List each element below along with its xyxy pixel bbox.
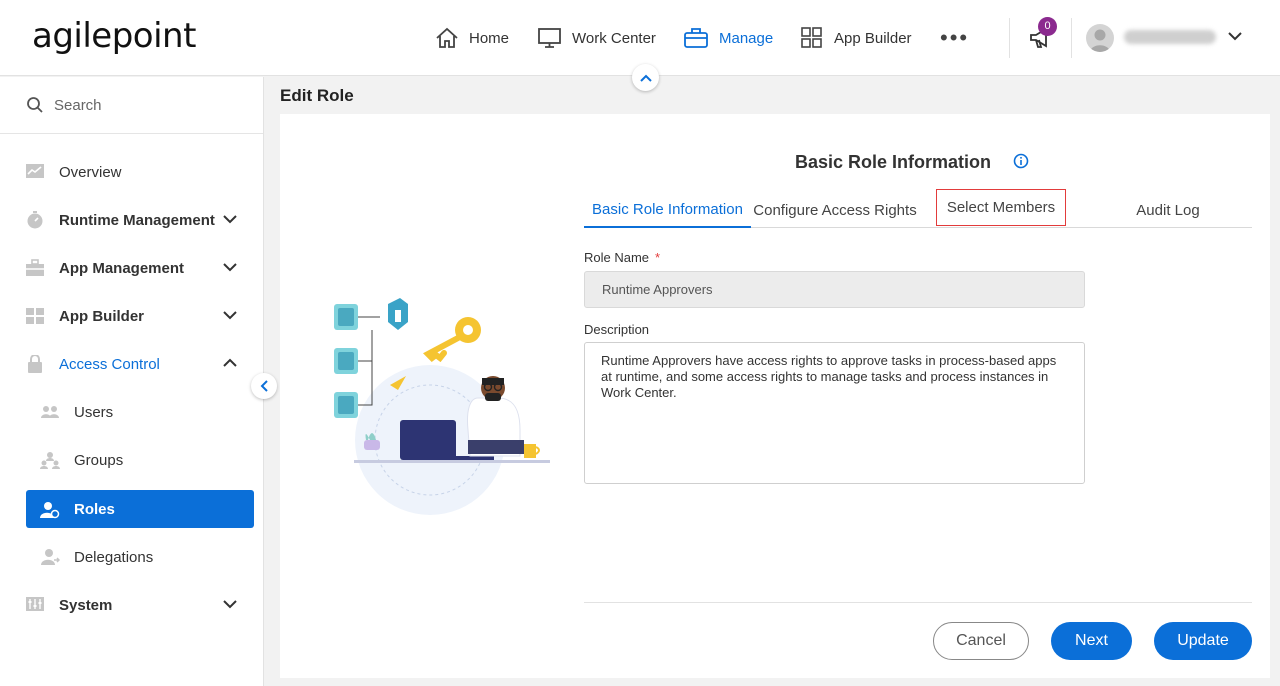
chevron-down-icon xyxy=(223,263,237,272)
tab-configure-access-rights[interactable]: Configure Access Rights xyxy=(751,192,919,228)
grid-icon xyxy=(26,308,44,324)
sidebar-item-label: App Builder xyxy=(59,307,144,325)
collapse-header-button[interactable] xyxy=(632,64,659,91)
role-name-label-row: Role Name * xyxy=(584,250,660,265)
next-button[interactable]: Next xyxy=(1051,622,1132,660)
sidebar-item-app-builder[interactable]: App Builder xyxy=(0,296,263,336)
more-menu-icon[interactable]: ••• xyxy=(940,27,969,49)
sidebar-item-runtime-management[interactable]: Runtime Management xyxy=(0,200,263,240)
chevron-down-icon[interactable] xyxy=(1227,30,1243,42)
nav-work-center-label: Work Center xyxy=(572,29,656,47)
collapse-sidebar-button[interactable] xyxy=(251,373,277,399)
sidebar-item-label: Overview xyxy=(59,163,122,181)
chevron-down-icon xyxy=(223,600,237,609)
page-title: Edit Role xyxy=(280,86,354,105)
chevron-up-icon xyxy=(639,74,652,82)
nav-app-builder-label: App Builder xyxy=(834,29,912,47)
groups-icon xyxy=(40,452,60,469)
avatar[interactable] xyxy=(1086,24,1114,52)
sidebar-item-roles[interactable]: Roles xyxy=(26,490,254,528)
system-icon xyxy=(26,597,44,611)
chevron-down-icon xyxy=(223,311,237,320)
sidebar-search[interactable]: Search xyxy=(0,77,263,134)
monitor-icon xyxy=(538,28,561,48)
update-button[interactable]: Update xyxy=(1154,622,1252,660)
users-icon xyxy=(41,406,59,418)
briefcase-icon xyxy=(684,28,708,48)
nav-manage[interactable]: Manage xyxy=(683,22,773,54)
sidebar-item-label: Delegations xyxy=(74,548,154,566)
section-title: Basic Role Information xyxy=(795,152,992,172)
nav-work-center[interactable]: Work Center xyxy=(537,22,656,54)
sidebar-item-label: Roles xyxy=(74,500,115,518)
nav-home-label: Home xyxy=(469,29,510,47)
role-illustration xyxy=(334,298,550,515)
sidebar-item-system[interactable]: System xyxy=(0,585,263,625)
sidebar-item-label: Runtime Management xyxy=(59,211,215,229)
grid-icon xyxy=(801,27,822,48)
role-name-field[interactable] xyxy=(584,271,1085,308)
required-mark: * xyxy=(655,250,661,265)
sidebar-item-groups[interactable]: Groups xyxy=(0,440,263,480)
user-name-blurred[interactable] xyxy=(1124,30,1216,44)
cancel-button[interactable]: Cancel xyxy=(933,622,1029,660)
divider xyxy=(1009,18,1010,58)
stopwatch-icon xyxy=(27,211,43,229)
sidebar-item-label: System xyxy=(59,596,113,614)
notification-badge: 0 xyxy=(1038,17,1057,36)
description-field[interactable]: Runtime Approvers have access rights to … xyxy=(584,342,1085,484)
sidebar-item-users[interactable]: Users xyxy=(0,392,263,432)
chevron-left-icon xyxy=(260,380,268,392)
description-label: Description xyxy=(584,322,650,337)
search-icon xyxy=(27,97,43,113)
role-tabs: Basic Role Information Configure Access … xyxy=(584,189,1252,228)
roles-icon xyxy=(40,502,60,519)
delegations-icon xyxy=(41,549,60,565)
footer-divider xyxy=(584,602,1252,603)
search-placeholder: Search xyxy=(54,96,102,114)
sidebar-item-access-control[interactable]: Access Control xyxy=(0,344,263,384)
sidebar: Search Overview Runtime Management App M… xyxy=(0,77,264,686)
divider xyxy=(1071,18,1072,58)
chevron-down-icon xyxy=(223,215,237,224)
tab-audit-log[interactable]: Audit Log xyxy=(1084,192,1252,228)
sidebar-item-label: Access Control xyxy=(59,355,160,373)
nav-home[interactable]: Home xyxy=(435,22,509,54)
info-icon[interactable] xyxy=(1013,153,1029,169)
sidebar-item-label: App Management xyxy=(59,259,185,277)
sidebar-item-app-management[interactable]: App Management xyxy=(0,248,263,288)
chevron-up-icon xyxy=(223,358,237,367)
tab-select-members[interactable]: Select Members xyxy=(936,189,1066,226)
toolbox-icon xyxy=(26,259,44,276)
lock-icon xyxy=(28,355,42,373)
sidebar-item-overview[interactable]: Overview xyxy=(0,152,263,192)
sidebar-item-delegations[interactable]: Delegations xyxy=(0,537,263,577)
home-icon xyxy=(436,27,458,48)
role-name-label: Role Name xyxy=(584,250,650,265)
agilepoint-logo[interactable]: agilepoint xyxy=(32,16,196,56)
sidebar-item-label: Groups xyxy=(74,451,124,469)
tab-basic-role-information[interactable]: Basic Role Information xyxy=(584,192,751,228)
sidebar-item-label: Users xyxy=(74,403,114,421)
nav-manage-label: Manage xyxy=(719,29,774,47)
chart-icon xyxy=(26,164,44,178)
nav-app-builder[interactable]: App Builder xyxy=(800,22,912,54)
